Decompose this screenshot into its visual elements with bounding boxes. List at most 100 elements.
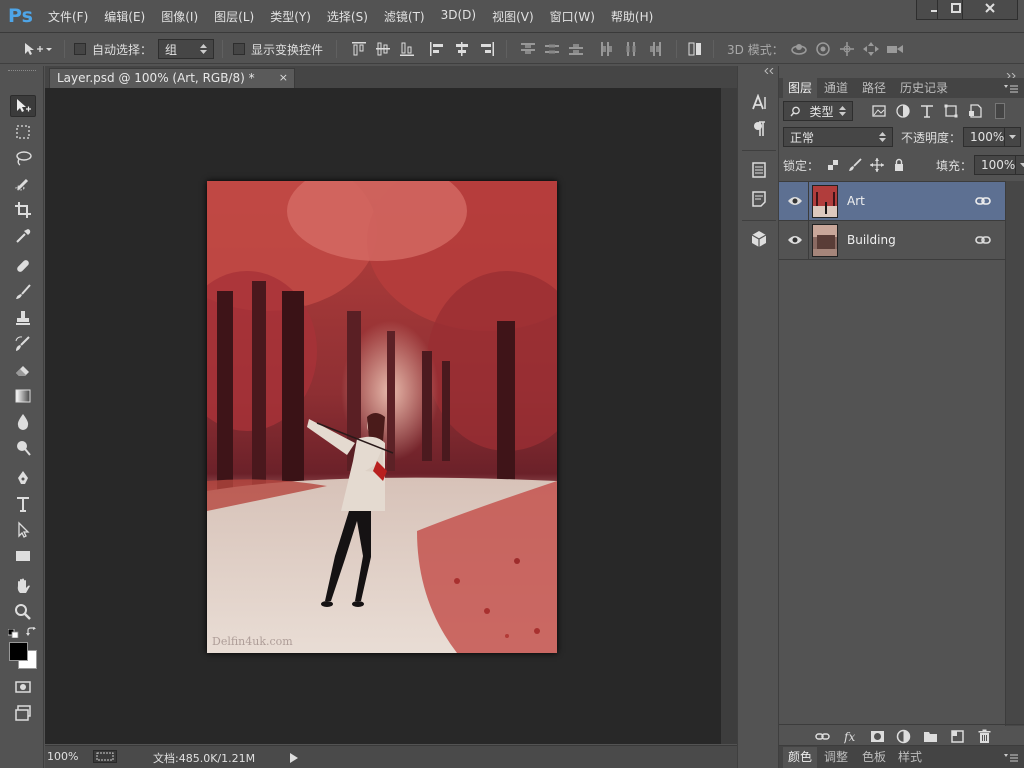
close-tab-icon[interactable]: × [279, 69, 288, 87]
distribute-bottom-button[interactable] [569, 42, 583, 56]
3d-rotate-button[interactable] [790, 42, 808, 56]
menu-edit[interactable]: 编辑(E) [104, 8, 145, 25]
zoom-level[interactable]: 100% [47, 750, 78, 763]
layer-filter-dropdown[interactable]: 类型 [783, 101, 853, 121]
document-canvas-image[interactable]: Delfin4uk.com [207, 181, 557, 653]
marquee-tool[interactable] [10, 121, 36, 143]
align-right-edges-button[interactable] [480, 42, 494, 56]
screen-mode-button[interactable] [10, 702, 36, 724]
3d-roll-button[interactable] [814, 42, 832, 56]
lasso-tool[interactable] [10, 147, 36, 169]
lock-all-button[interactable] [891, 157, 907, 173]
foreground-color-swatch[interactable] [9, 642, 28, 661]
lock-transparent-pixels-button[interactable] [825, 157, 841, 173]
history-brush-tool[interactable] [10, 333, 36, 355]
align-left-edges-button[interactable] [430, 42, 444, 56]
status-preview-button[interactable] [93, 750, 117, 763]
tab-history[interactable]: 历史记录 [895, 78, 953, 98]
tab-channels[interactable]: 通道 [819, 78, 853, 98]
eraser-tool[interactable] [10, 359, 36, 381]
default-colors-button[interactable] [7, 627, 19, 639]
status-menu-button[interactable] [290, 752, 298, 763]
notes-panel-button[interactable] [748, 188, 770, 210]
layers-scrollbar[interactable] [1005, 181, 1024, 726]
fill-slider-toggle[interactable] [1015, 156, 1024, 174]
align-bottom-edges-button[interactable] [400, 42, 414, 56]
distribute-left-button[interactable] [600, 42, 614, 56]
fill-field[interactable]: 100% [974, 155, 1024, 175]
crop-tool[interactable] [10, 199, 36, 221]
filter-adjustment-layers-button[interactable] [895, 103, 911, 119]
menu-image[interactable]: 图像(I) [161, 8, 198, 25]
collapse-arrows-icon[interactable] [744, 67, 774, 75]
3d-slide-button[interactable] [862, 42, 880, 56]
tab-paths[interactable]: 路径 [857, 78, 891, 98]
auto-select-checkbox[interactable] [74, 43, 86, 55]
filter-shape-layers-button[interactable] [943, 103, 959, 119]
menu-file[interactable]: 文件(F) [48, 8, 88, 25]
align-top-edges-button[interactable] [352, 42, 366, 56]
distribute-hcenter-button[interactable] [624, 42, 638, 56]
align-vertical-centers-button[interactable] [376, 42, 390, 56]
healing-brush-tool[interactable] [10, 255, 36, 277]
close-button[interactable] [962, 0, 1018, 20]
dodge-tool[interactable] [10, 437, 36, 459]
menu-filter[interactable]: 滤镜(T) [384, 8, 425, 25]
transform-controls-checkbox[interactable] [233, 43, 245, 55]
menu-layer[interactable]: 图层(L) [214, 8, 254, 25]
auto-select-dropdown[interactable]: 组 [158, 39, 214, 59]
menu-type[interactable]: 类型(Y) [270, 8, 311, 25]
move-tool[interactable] [10, 95, 36, 117]
lock-image-pixels-button[interactable] [847, 157, 863, 173]
opacity-slider-toggle[interactable] [1004, 128, 1020, 146]
tab-adjustments[interactable]: 调整 [819, 747, 853, 767]
swap-colors-button[interactable] [26, 626, 37, 636]
panel-menu-button[interactable] [1004, 83, 1018, 97]
align-horizontal-centers-button[interactable] [455, 42, 469, 56]
new-layer-button[interactable] [948, 727, 966, 745]
eyedropper-tool[interactable] [10, 225, 36, 247]
pen-tool[interactable] [10, 467, 36, 489]
opacity-field[interactable]: 100% [963, 127, 1022, 147]
bottom-panel-menu-button[interactable] [1004, 752, 1018, 766]
distribute-top-button[interactable] [521, 42, 535, 56]
distribute-right-button[interactable] [648, 42, 662, 56]
filter-toggle-switch[interactable] [995, 103, 1005, 119]
quick-mask-button[interactable] [10, 676, 36, 698]
filter-smart-objects-button[interactable] [967, 103, 983, 119]
layer-name[interactable]: Art [847, 194, 865, 208]
move-tool-preset[interactable] [22, 34, 52, 64]
auto-align-layers-button[interactable] [688, 42, 702, 56]
character-panel-button[interactable] [748, 92, 770, 114]
paragraph-panel-button[interactable] [748, 118, 770, 140]
visibility-toggle[interactable] [787, 195, 803, 207]
gradient-tool[interactable] [10, 385, 36, 407]
blend-mode-dropdown[interactable]: 正常 [783, 127, 893, 147]
layer-row-art[interactable]: Art [779, 182, 1005, 221]
filter-type-layers-button[interactable] [919, 103, 935, 119]
visibility-toggle[interactable] [787, 234, 803, 246]
brush-tool[interactable] [10, 281, 36, 303]
canvas-vertical-scrollbar[interactable] [721, 88, 737, 744]
type-tool[interactable] [10, 493, 36, 515]
filter-pixel-layers-button[interactable] [871, 103, 887, 119]
distribute-vcenter-button[interactable] [545, 42, 559, 56]
quick-selection-tool[interactable] [10, 173, 36, 195]
clone-stamp-tool[interactable] [10, 307, 36, 329]
menu-help[interactable]: 帮助(H) [611, 8, 653, 25]
tab-swatches[interactable]: 色板 [857, 747, 891, 767]
add-layer-style-button[interactable]: fx [842, 727, 860, 745]
tab-styles[interactable]: 样式 [893, 747, 927, 767]
tab-layers[interactable]: 图层 [783, 78, 818, 98]
rectangle-tool[interactable] [10, 545, 36, 567]
path-selection-tool[interactable] [10, 519, 36, 541]
new-group-button[interactable] [921, 727, 939, 745]
new-adjustment-layer-button[interactable] [894, 727, 912, 745]
blur-tool[interactable] [10, 411, 36, 433]
lock-position-button[interactable] [869, 157, 885, 173]
zoom-tool[interactable] [10, 601, 36, 623]
tab-color[interactable]: 颜色 [783, 747, 818, 768]
3d-drag-button[interactable] [838, 42, 856, 56]
menu-window[interactable]: 窗口(W) [550, 8, 595, 25]
menu-select[interactable]: 选择(S) [327, 8, 368, 25]
